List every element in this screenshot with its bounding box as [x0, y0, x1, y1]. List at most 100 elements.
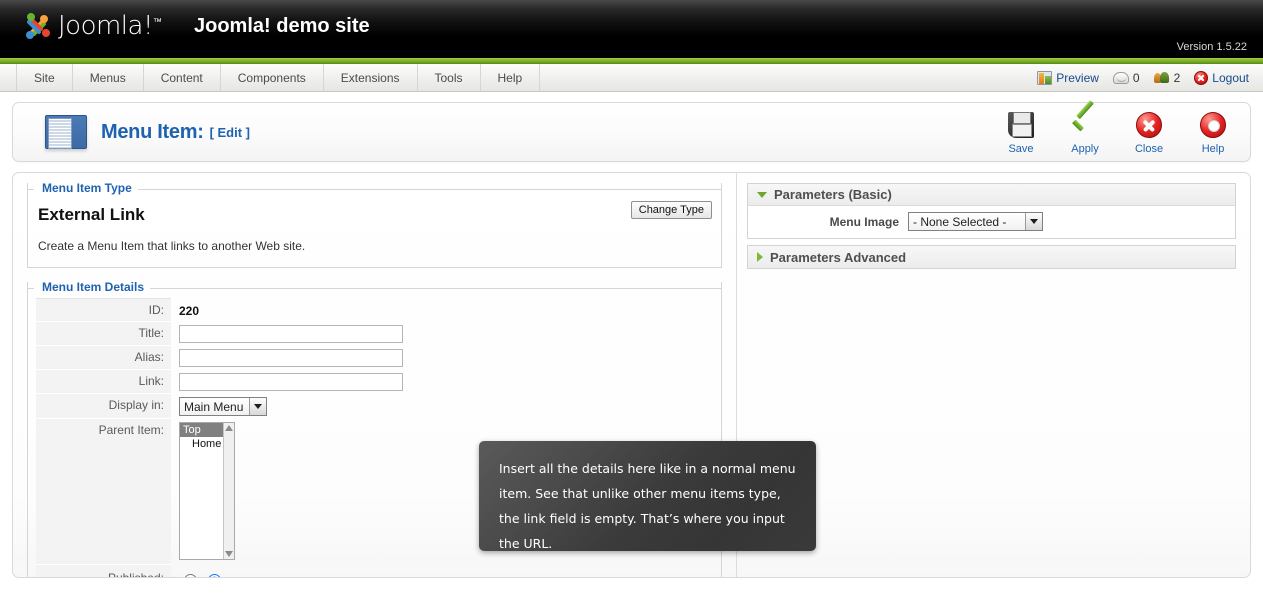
chevron-down-icon — [249, 397, 267, 415]
brand-row: Joomla!™ Joomla! demo site — [22, 9, 370, 43]
parameters-advanced-title: Parameters Advanced — [770, 249, 907, 265]
published-radio-yes[interactable] — [208, 573, 222, 577]
preview-icon — [1037, 70, 1053, 85]
save-button[interactable]: Save — [998, 109, 1044, 155]
logout-icon — [1194, 70, 1209, 85]
instruction-tooltip: Insert all the details here like in a no… — [479, 441, 816, 551]
floppy-disk-icon — [1008, 109, 1034, 141]
menu-item-extensions-label: Extensions — [340, 70, 400, 85]
field-row-link: Link: — [36, 369, 713, 394]
link-label: Link: — [36, 369, 171, 394]
users-count: 2 — [1173, 70, 1181, 85]
menu-item-help[interactable]: Help — [481, 64, 541, 91]
preview-link[interactable]: Preview — [1037, 70, 1099, 85]
menu-item-components[interactable]: Components — [221, 64, 324, 91]
menu-item-details-legend-row: Menu Item Details — [28, 280, 721, 294]
joomla-wordmark-text: Joomla! — [58, 11, 153, 41]
menu-item-help-label: Help — [497, 70, 523, 85]
trademark-symbol: ™ — [152, 17, 162, 28]
parent-option-top[interactable]: Top — [180, 422, 224, 437]
menu-item-site-label: Site — [34, 70, 55, 85]
field-row-alias: Alias: — [36, 345, 713, 370]
alias-input[interactable] — [179, 348, 403, 367]
parent-option-home[interactable]: Home — [180, 437, 223, 451]
menu-item-page-icon — [45, 115, 87, 149]
menu-item-components-label: Components — [237, 70, 306, 85]
field-row-id: ID: 220 — [36, 298, 713, 322]
menu-image-label: Menu Image — [829, 214, 899, 229]
help-button-label: Help — [1201, 143, 1225, 155]
menu-item-type-legend-row: Menu Item Type — [28, 181, 721, 195]
triangle-down-icon — [757, 191, 767, 198]
menu-item-menus-label: Menus — [89, 70, 126, 85]
admin-menu-bar: Site Menus Content Components Extensions… — [0, 64, 1263, 92]
logged-users-indicator[interactable]: 2 — [1153, 70, 1181, 85]
parameters-advanced-header[interactable]: Parameters Advanced — [748, 246, 1235, 268]
apply-button-label: Apply — [1071, 143, 1099, 155]
content-panel: Menu Item Type Change Type External Link… — [12, 172, 1251, 578]
id-value: 220 — [179, 303, 200, 318]
menu-item-content[interactable]: Content — [144, 64, 221, 91]
parent-item-options: Top Home — [180, 422, 224, 559]
messages-indicator[interactable]: 0 — [1112, 70, 1140, 85]
change-type-button[interactable]: Change Type — [630, 201, 712, 219]
field-row-display-in: Display in: Main Menu — [36, 393, 713, 419]
messages-count: 0 — [1132, 70, 1140, 85]
link-input[interactable] — [179, 372, 403, 391]
apply-button[interactable]: Apply — [1062, 109, 1108, 155]
menu-item-details-legend: Menu Item Details — [42, 280, 145, 294]
instruction-tooltip-text: Insert all the details here like in a no… — [499, 461, 796, 551]
editor-toolbar: Save Apply Close Help — [998, 109, 1236, 155]
menu-item-type-fieldset: Menu Item Type Change Type External Link… — [27, 181, 722, 268]
menu-item-type-description: Create a Menu Item that links to another… — [38, 239, 306, 253]
scroll-down-icon[interactable] — [225, 550, 234, 557]
menu-item-menus[interactable]: Menus — [73, 64, 144, 91]
id-label: ID: — [36, 298, 171, 322]
red-x-circle-icon — [1136, 109, 1162, 141]
envelope-icon — [1112, 71, 1129, 84]
preview-label: Preview — [1056, 70, 1099, 85]
field-row-published: Published: — [36, 564, 713, 577]
menu-item-tools-label: Tools — [434, 70, 463, 85]
title-input[interactable] — [179, 324, 403, 343]
logout-link[interactable]: Logout — [1194, 70, 1249, 85]
version-label: Version 1.5.22 — [1176, 41, 1247, 53]
parent-item-listbox[interactable]: Top Home — [179, 421, 235, 560]
triangle-right-icon — [757, 252, 763, 262]
page-body: Menu Item: [ Edit ] Save Apply Close Hel… — [0, 92, 1263, 591]
title-label: Title: — [36, 321, 171, 346]
parameters-basic-body: Menu Image - None Selected - — [748, 206, 1235, 238]
parameters-basic-panel: Parameters (Basic) Menu Image - None Sel… — [747, 183, 1236, 239]
parent-item-label: Parent Item: — [36, 418, 171, 565]
logout-label: Logout — [1212, 70, 1249, 85]
menu-items: Site Menus Content Components Extensions… — [16, 64, 541, 91]
menu-item-content-label: Content — [160, 70, 203, 85]
published-radio-no[interactable] — [184, 573, 197, 577]
menu-item-type-name: External Link — [38, 205, 145, 224]
scroll-up-icon[interactable] — [225, 424, 234, 431]
parameters-basic-header[interactable]: Parameters (Basic) — [748, 184, 1235, 206]
parameters-basic-title: Parameters (Basic) — [774, 187, 892, 202]
menu-item-type-legend: Menu Item Type — [42, 181, 132, 195]
page-title: Menu Item: — [101, 120, 204, 143]
status-area: Preview 0 2 Logout — [1037, 64, 1249, 91]
alias-label: Alias: — [36, 345, 171, 370]
parent-item-scrollbar[interactable] — [223, 422, 234, 559]
display-in-label: Display in: — [36, 393, 171, 419]
users-icon — [1153, 71, 1170, 84]
published-label: Published: — [36, 564, 171, 577]
menu-spacer — [540, 64, 1037, 91]
close-button[interactable]: Close — [1126, 109, 1172, 155]
help-button[interactable]: Help — [1190, 109, 1236, 155]
parameters-advanced-panel: Parameters Advanced — [747, 245, 1236, 269]
menu-item-extensions[interactable]: Extensions — [324, 64, 418, 91]
close-button-label: Close — [1134, 143, 1164, 155]
green-check-icon — [1070, 109, 1100, 141]
menu-image-select[interactable]: - None Selected - — [908, 212, 1043, 231]
menu-item-tools[interactable]: Tools — [418, 64, 481, 91]
joomla-logo: Joomla!™ — [22, 9, 182, 43]
menu-item-site[interactable]: Site — [16, 64, 73, 91]
joomla-wordmark: Joomla!™ — [58, 11, 162, 41]
joomla-logo-icon — [22, 10, 54, 42]
display-in-select[interactable]: Main Menu — [179, 396, 268, 416]
